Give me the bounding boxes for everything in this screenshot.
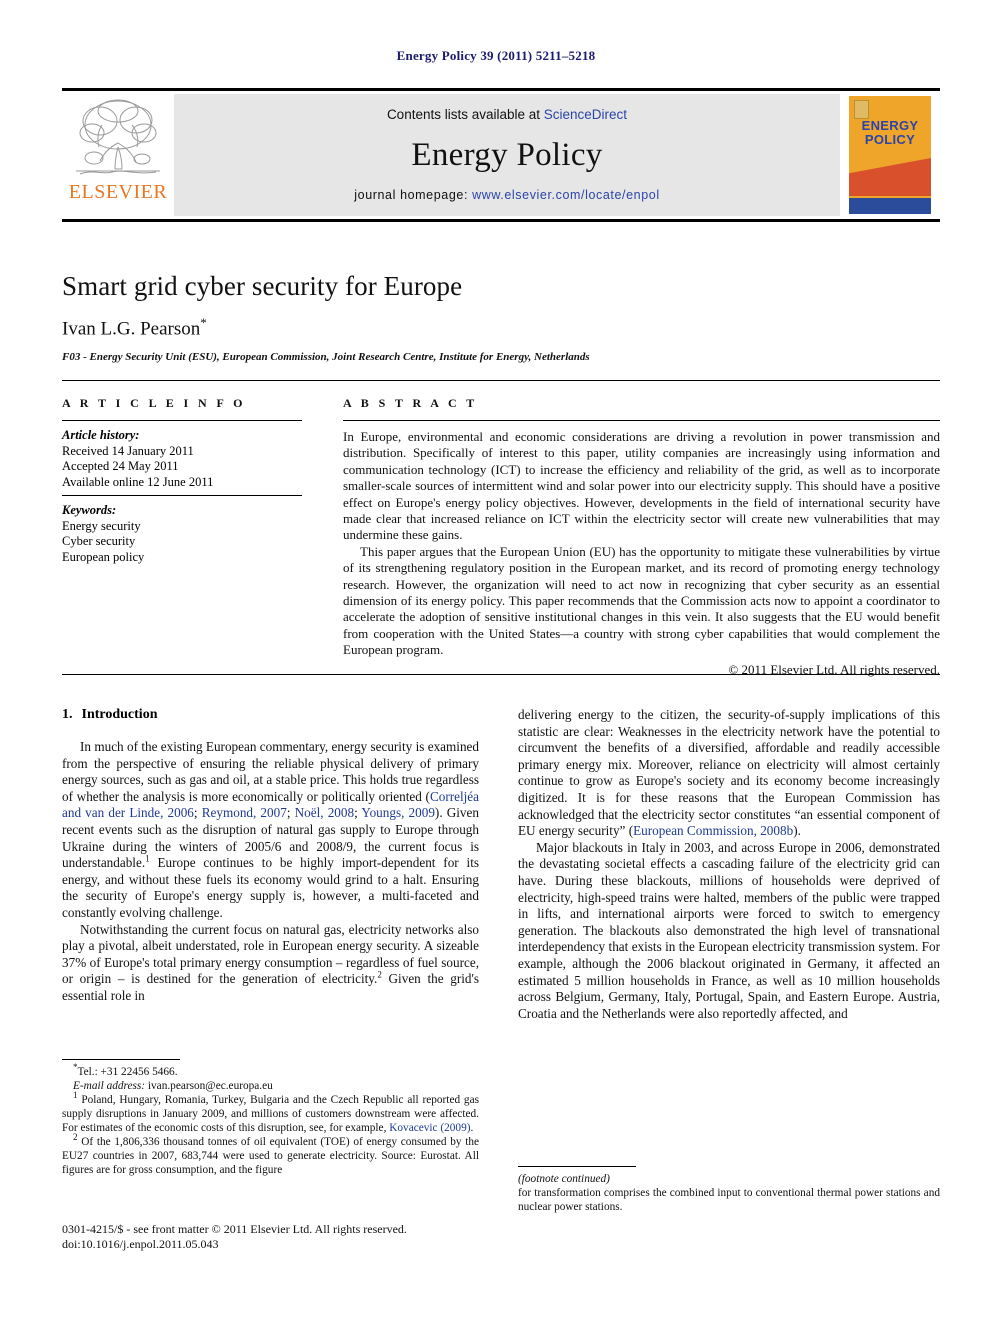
keywords-block: Keywords: Energy security Cyber security…	[62, 496, 302, 565]
sciencedirect-link[interactable]: ScienceDirect	[544, 107, 627, 122]
article-history-label: Article history:	[62, 428, 140, 442]
author-affiliation: F03 - Energy Security Unit (ESU), Europe…	[62, 351, 590, 363]
paragraph-intro-3: delivering energy to the citizen, the se…	[518, 707, 940, 840]
intro-3-part-b: ).	[793, 823, 801, 839]
cover-title-line1: ENERGY	[861, 118, 919, 133]
elsevier-wordmark: ELSEVIER	[68, 181, 168, 203]
divider-below-abstract	[62, 674, 940, 675]
article-history-block: Article history: Received 14 January 201…	[62, 421, 302, 495]
abstract-copyright: © 2011 Elsevier Ltd. All rights reserved…	[728, 661, 940, 677]
abstract-paragraph-2: This paper argues that the European Unio…	[343, 543, 940, 658]
abstract-body: In Europe, environmental and economic co…	[343, 421, 940, 678]
citation-kovacevic[interactable]: Kovacevic (2009)	[389, 1122, 470, 1134]
footnote-1-marker: 1	[73, 1090, 78, 1101]
footnote-text-left: *Tel.: +31 22456 5466. E-mail address: i…	[62, 1063, 479, 1177]
section-number: 1.	[62, 707, 73, 722]
email-address[interactable]: ivan.pearson@ec.europa.eu	[148, 1080, 273, 1092]
intro-3-part-a: delivering energy to the citizen, the se…	[518, 707, 940, 839]
body-column-left: 1. Introduction In much of the existing E…	[62, 707, 479, 1005]
citation-youngs[interactable]: Youngs, 2009	[361, 805, 435, 820]
paragraph-intro-1: In much of the existing European comment…	[62, 739, 479, 922]
body-column-right: delivering energy to the citizen, the se…	[518, 707, 940, 1022]
imprint-issn-line: 0301-4215/$ - see front matter © 2011 El…	[62, 1222, 407, 1236]
citation-reymond[interactable]: Reymond, 2007	[202, 805, 287, 820]
article-history-received: Received 14 January 2011	[62, 443, 194, 458]
email-label: E-mail address:	[73, 1080, 146, 1092]
masthead-center: Contents lists available at ScienceDirec…	[174, 94, 840, 216]
footnote-text-right: (footnote continued) for transformation …	[518, 1172, 940, 1214]
keywords-label: Keywords:	[62, 503, 117, 517]
cover-title-line2: POLICY	[864, 132, 916, 147]
footnote-1-text-b: .	[470, 1122, 474, 1134]
elsevier-logo: ELSEVIER	[62, 91, 174, 219]
abstract-paragraph-1: In Europe, environmental and economic co…	[343, 429, 940, 543]
journal-title: Energy Policy	[411, 136, 603, 173]
article-info-heading: A R T I C L E I N F O	[62, 396, 246, 410]
body-text-right: delivering energy to the citizen, the se…	[518, 707, 940, 1022]
paragraph-intro-4: Major blackouts in Italy in 2003, and ac…	[518, 839, 940, 1021]
elsevier-tree-icon	[76, 99, 160, 175]
footnote-1: 1 Poland, Hungary, Romania, Turkey, Bulg…	[62, 1090, 479, 1135]
author-label: Ivan L.G. Pearson	[62, 318, 201, 340]
keyword-item: Cyber security	[62, 534, 136, 548]
footnotes-left: *Tel.: +31 22456 5466. E-mail address: i…	[62, 1059, 479, 1177]
body-text-left: In much of the existing European comment…	[62, 739, 479, 1005]
intro-1-part-a: In much of the existing European comment…	[62, 739, 479, 804]
section-heading-introduction: 1. Introduction	[62, 707, 479, 723]
keyword-item: European policy	[62, 549, 145, 564]
section-title: Introduction	[81, 707, 158, 722]
journal-homepage-line: journal homepage: www.elsevier.com/locat…	[354, 188, 659, 202]
contents-list-line: Contents lists available at ScienceDirec…	[387, 107, 627, 122]
journal-article-page: Energy Policy 39 (2011) 5211–5218 ELSEVI…	[0, 0, 992, 1323]
article-info-column: A R T I C L E I N F O Article history: R…	[62, 396, 302, 565]
cover-blue-band	[849, 198, 931, 214]
divider-below-title	[62, 380, 940, 381]
paragraph-intro-2: Notwithstanding the current focus on nat…	[62, 922, 479, 1005]
cover-art: ENERGY POLICY	[849, 96, 931, 214]
journal-cover-thumbnail: ENERGY POLICY	[840, 91, 940, 219]
footnote-2: 2 Of the 1,806,336 thousand tonnes of oi…	[62, 1132, 479, 1177]
keyword-item: Energy security	[62, 518, 141, 533]
page-title: Smart grid cyber security for Europe	[62, 271, 463, 301]
footnote-continued-text: for transformation comprises the combine…	[518, 1187, 940, 1213]
footnote-email: E-mail address: ivan.pearson@ec.europa.e…	[62, 1079, 479, 1093]
running-head: Energy Policy 39 (2011) 5211–5218	[396, 48, 596, 63]
article-history-online: Available online 12 June 2011	[62, 474, 214, 489]
footnote-tel: *Tel.: +31 22456 5466.	[62, 1063, 479, 1079]
footnote-tel-text: Tel.: +31 22456 5466.	[77, 1066, 178, 1078]
homepage-prefix: journal homepage:	[354, 188, 473, 202]
cite-sep-1: ;	[193, 805, 202, 821]
journal-homepage-url[interactable]: www.elsevier.com/locate/enpol	[472, 188, 660, 202]
footnotes-right: (footnote continued) for transformation …	[518, 1166, 940, 1214]
journal-masthead: ELSEVIER Contents lists available at Sci…	[62, 88, 940, 222]
abstract-column: A B S T R A C T In Europe, environmental…	[343, 396, 940, 678]
citation-european-commission-2008b[interactable]: European Commission, 2008b	[633, 823, 793, 838]
footnote-2-marker: 2	[73, 1132, 78, 1143]
footnote-rule	[62, 1059, 180, 1060]
imprint-block: 0301-4215/$ - see front matter © 2011 El…	[62, 1222, 407, 1252]
corresponding-author-marker: *	[200, 315, 207, 330]
imprint-doi-line[interactable]: doi:10.1016/j.enpol.2011.05.043	[62, 1237, 407, 1252]
cite-sep-2: ;	[286, 805, 295, 821]
contents-prefix: Contents lists available at	[386, 107, 544, 122]
cover-red-band	[849, 158, 931, 196]
footnote-2-text: Of the 1,806,336 thousand tonnes of oil …	[62, 1136, 479, 1176]
cover-mini-logo-icon	[854, 100, 869, 119]
article-history-accepted: Accepted 24 May 2011	[62, 459, 179, 473]
footnote-continued-label: (footnote continued)	[518, 1173, 610, 1185]
footnote-rule-right	[518, 1166, 636, 1167]
abstract-heading: A B S T R A C T	[343, 396, 478, 410]
cover-title: ENERGY POLICY	[849, 119, 931, 147]
citation-noel[interactable]: Noël, 2008	[295, 805, 354, 820]
author-name: Ivan L.G. Pearson*	[62, 315, 207, 340]
